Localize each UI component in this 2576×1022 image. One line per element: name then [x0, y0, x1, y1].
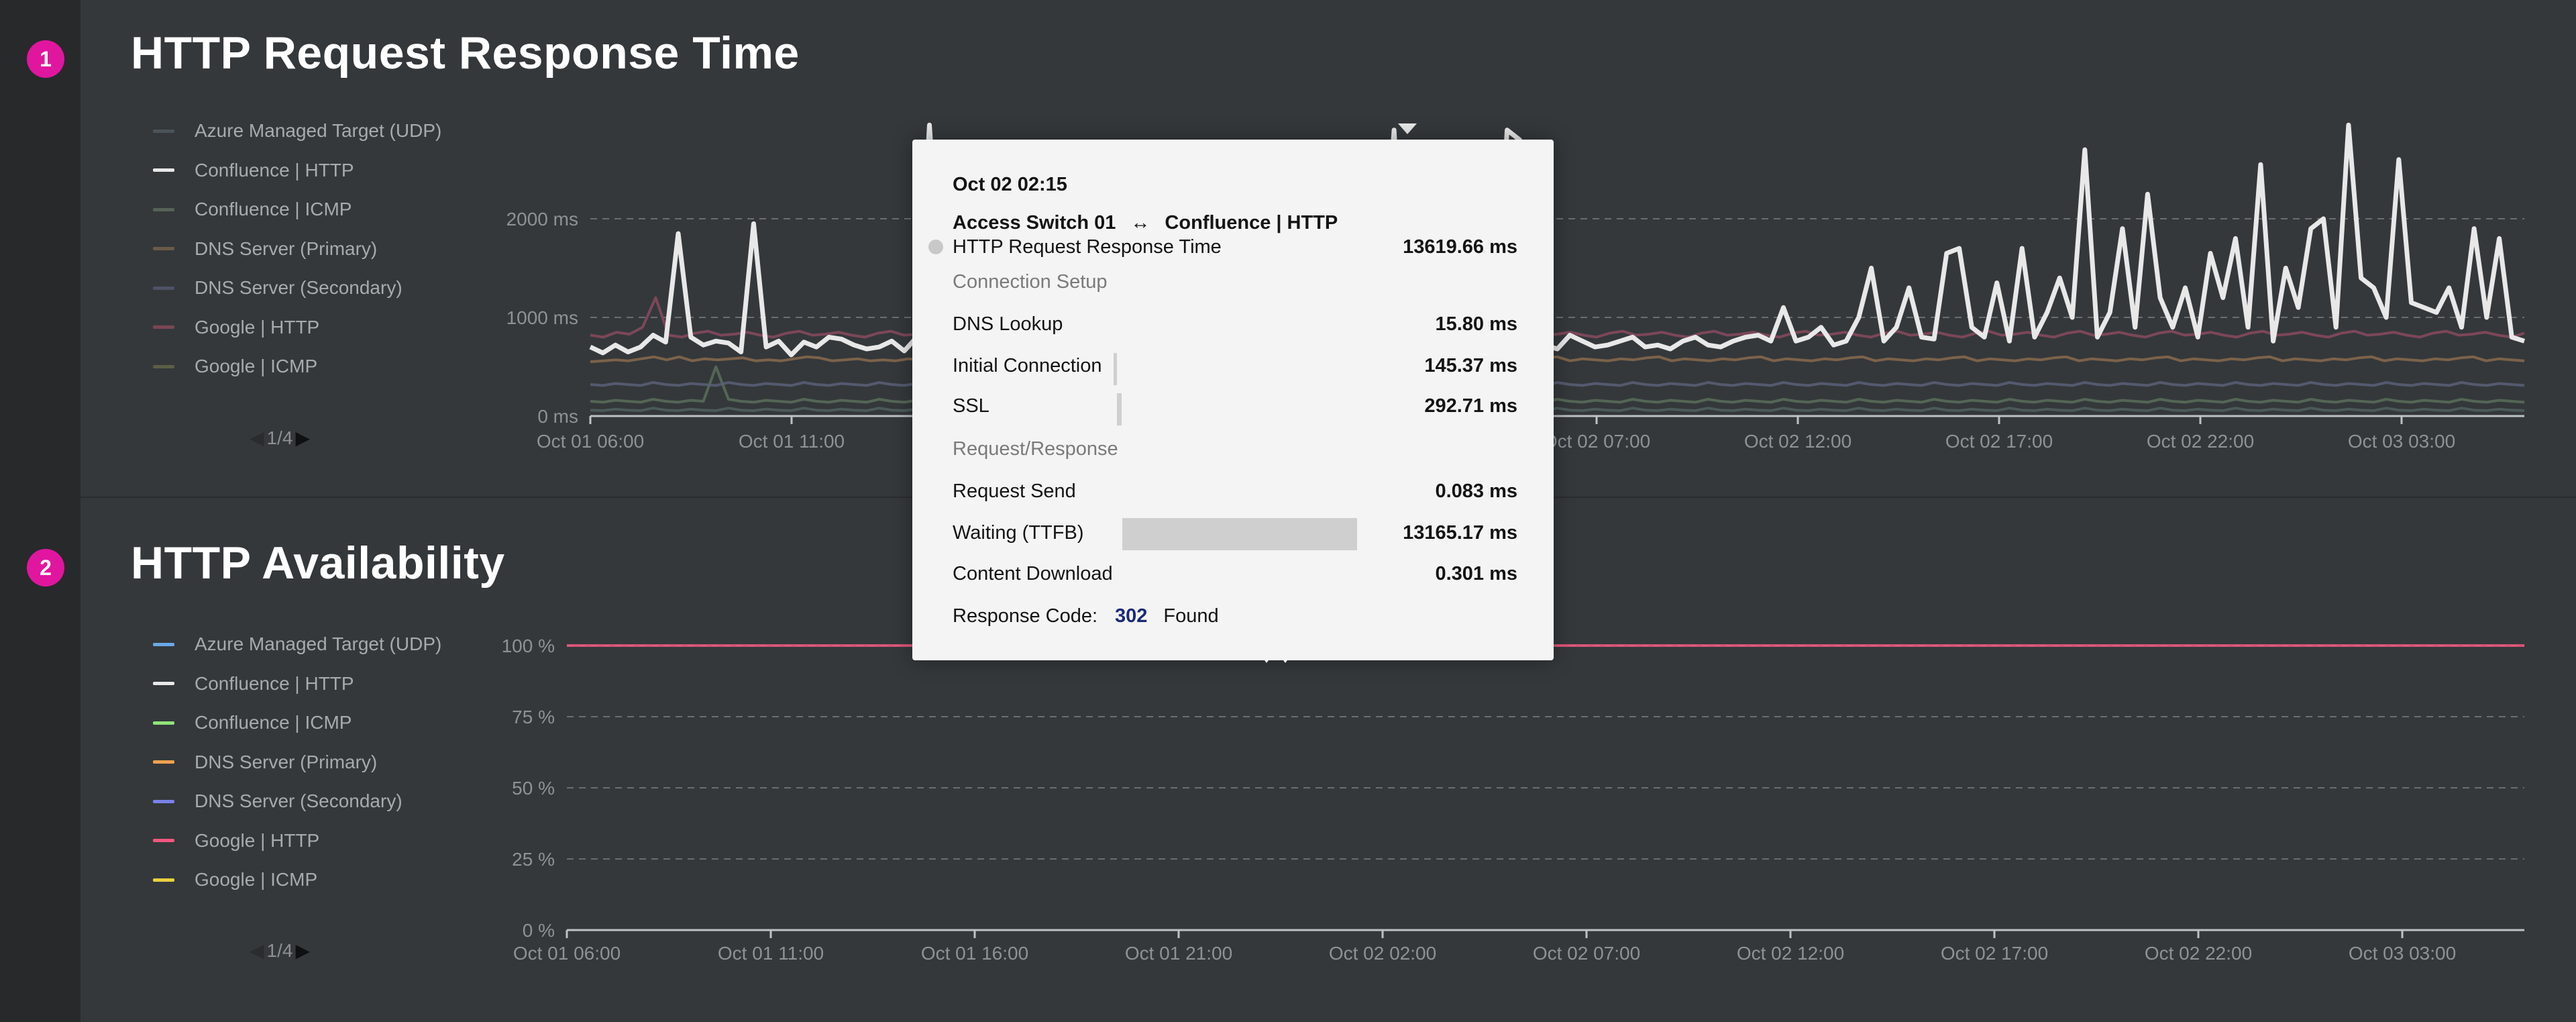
- dns-lookup-label: DNS Lookup: [953, 313, 1063, 335]
- y-tick-label: 50 %: [512, 778, 555, 799]
- tooltip-metric-label: HTTP Request Response Time: [953, 236, 1222, 258]
- initial-connection-label: Initial Connection: [953, 354, 1102, 376]
- y-tick-label: 0 %: [523, 920, 555, 941]
- x-tick-label: Oct 02 17:00: [1945, 431, 2053, 452]
- tooltip-path: Access Switch 01 ↔ Confluence | HTTP: [953, 209, 1517, 236]
- x-tick-label: Oct 01 06:00: [513, 943, 621, 964]
- content-download-label: Content Download: [953, 562, 1113, 584]
- x-tick-label: Oct 02 22:00: [2147, 431, 2254, 452]
- request-send-label: Request Send: [953, 480, 1076, 502]
- tooltip-send-row: Request Send 0.083 ms: [953, 478, 1517, 505]
- ssl-label: SSL: [953, 395, 989, 417]
- response-code-value: 302: [1115, 605, 1148, 627]
- x-tick-label: Oct 02 12:00: [1737, 943, 1844, 964]
- y-tick-label: 100 %: [502, 635, 555, 656]
- x-tick-label: Oct 02 17:00: [1941, 943, 2048, 964]
- x-tick-label: Oct 02 12:00: [1744, 431, 1851, 452]
- y-tick-label: 25 %: [512, 849, 555, 870]
- hover-marker-icon: [1398, 123, 1417, 134]
- dns-lookup-value: 15.80 ms: [1435, 313, 1517, 335]
- x-tick-label: Oct 02 07:00: [1533, 943, 1640, 964]
- tooltip-dns-row: DNS Lookup 15.80 ms: [953, 311, 1517, 338]
- response-code-label: Response Code:: [953, 605, 1098, 627]
- tooltip-time: Oct 02 02:15: [953, 173, 1067, 195]
- y-tick-label: 2000 ms: [506, 209, 578, 229]
- ttfb-label: Waiting (TTFB): [953, 521, 1084, 544]
- x-tick-label: Oct 01 16:00: [921, 943, 1028, 964]
- x-tick-label: Oct 03 03:00: [2348, 431, 2455, 452]
- ssl-value: 292.71 ms: [1424, 395, 1517, 417]
- initial-connection-value: 145.37 ms: [1424, 354, 1517, 376]
- y-tick-label: 1000 ms: [506, 307, 578, 328]
- tooltip-download-row: Content Download 0.301 ms: [953, 560, 1517, 587]
- x-tick-label: Oct 01 21:00: [1125, 943, 1232, 964]
- tooltip-pointer: [1275, 648, 1296, 663]
- series-dot-icon: [928, 240, 943, 254]
- x-tick-label: Oct 02 02:00: [1329, 943, 1436, 964]
- x-tick-label: Oct 01 11:00: [718, 943, 824, 964]
- tooltip-source: Access Switch 01: [953, 211, 1116, 234]
- tooltip-ttfb-row: Waiting (TTFB) 13165.17 ms: [953, 519, 1517, 546]
- series-line: [590, 407, 2525, 412]
- tooltip-ssl-row: SSL 292.71 ms: [953, 393, 1517, 419]
- tooltip-target: Confluence | HTTP: [1165, 211, 1338, 234]
- series-line: [590, 365, 2525, 404]
- bidirectional-arrow-icon: ↔: [1130, 211, 1150, 234]
- tooltip-initial-row: Initial Connection 145.37 ms: [953, 352, 1517, 379]
- x-tick-label: Oct 01 11:00: [739, 431, 845, 452]
- tooltip-metric-value: 13619.66 ms: [1403, 236, 1517, 258]
- tooltip-metric-row: HTTP Request Response Time 13619.66 ms: [953, 234, 1517, 260]
- x-tick-label: Oct 02 22:00: [2145, 943, 2252, 964]
- series-line: [590, 355, 2525, 364]
- x-tick-label: Oct 02 07:00: [1543, 431, 1650, 452]
- request-send-value: 0.083 ms: [1435, 480, 1517, 502]
- tooltip-code-row: Response Code: 302 Found: [953, 603, 1517, 629]
- series-line: [590, 381, 2525, 387]
- response-code-text: Found: [1163, 605, 1219, 627]
- ttfb-value: 13165.17 ms: [1403, 521, 1517, 544]
- series-line: [589, 122, 2526, 358]
- tooltip-section-request: Request/Response: [953, 438, 1118, 460]
- x-tick-label: Oct 01 06:00: [537, 431, 644, 452]
- content-download-value: 0.301 ms: [1435, 562, 1517, 584]
- chart-tooltip: Oct 02 02:15 Access Switch 01 ↔ Confluen…: [912, 140, 1554, 663]
- x-tick-label: Oct 03 03:00: [2349, 943, 2456, 964]
- tooltip-section-connection: Connection Setup: [953, 270, 1108, 293]
- y-tick-label: 75 %: [512, 707, 555, 727]
- y-tick-label: 0 ms: [537, 406, 578, 427]
